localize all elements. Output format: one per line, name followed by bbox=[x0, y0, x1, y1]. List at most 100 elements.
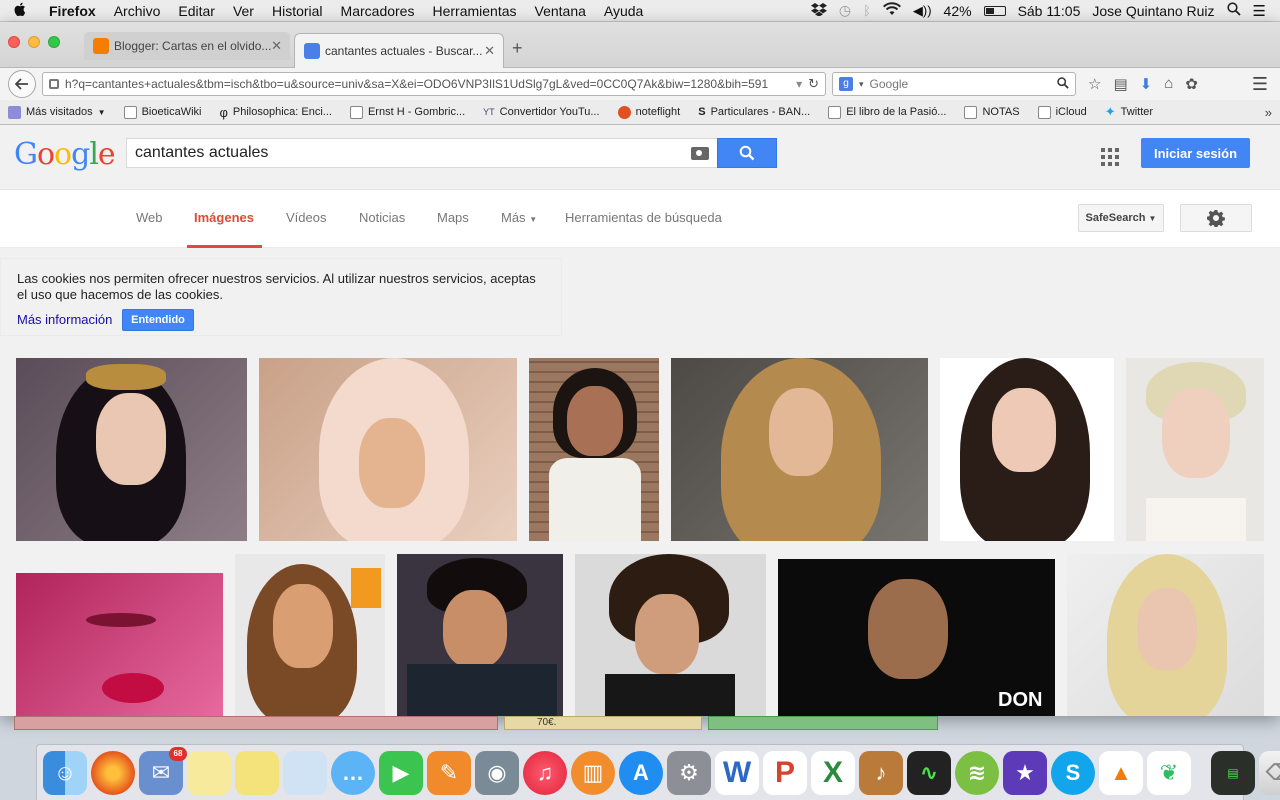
tab-herramientas[interactable]: Herramientas de búsqueda bbox=[565, 210, 722, 225]
powerpoint-icon[interactable]: P bbox=[763, 750, 807, 795]
url-bar[interactable]: h?q=cantantes+actuales&tbm=isch&tbo=u&so… bbox=[42, 72, 826, 96]
notification-center-icon[interactable]: ☰ bbox=[1253, 2, 1266, 20]
safesearch-button[interactable]: SafeSearch ▼ bbox=[1078, 204, 1164, 232]
cookie-ok-button[interactable]: Entendido bbox=[122, 309, 194, 331]
search-engine-icon[interactable]: g bbox=[839, 77, 853, 91]
downloads-icon[interactable]: ⬇ bbox=[1140, 75, 1153, 93]
trash-icon[interactable]: ⌫ bbox=[1259, 750, 1280, 795]
bookmark-philosophica[interactable]: φ Philosophica: Enci... bbox=[219, 105, 332, 120]
bookmark-particulares[interactable]: S Particulares - BAN... bbox=[698, 106, 810, 118]
image-result[interactable] bbox=[259, 358, 517, 541]
tab-imagenes[interactable]: Imágenes bbox=[194, 210, 254, 225]
image-result[interactable] bbox=[235, 554, 385, 716]
bluetooth-icon[interactable]: ᛒ bbox=[863, 3, 871, 18]
apps-grid-icon[interactable] bbox=[1101, 148, 1119, 166]
sticky-note[interactable] bbox=[708, 716, 938, 730]
bookmark-convertidor-youtube[interactable]: YT Convertidor YouTu... bbox=[483, 106, 599, 118]
signin-button[interactable]: Iniciar sesión bbox=[1141, 138, 1250, 168]
sticky-note[interactable] bbox=[14, 716, 498, 730]
reload-icon[interactable]: ↻ bbox=[808, 76, 819, 92]
bookmark-gombrich[interactable]: Ernst H - Gombric... bbox=[349, 105, 465, 119]
bookmark-bioeticawiki[interactable]: BioeticaWiki bbox=[123, 105, 201, 119]
messages-icon[interactable]: … bbox=[331, 750, 375, 795]
finder-icon[interactable]: ☺ bbox=[43, 750, 87, 795]
bookmark-icloud[interactable]: iCloud bbox=[1037, 105, 1087, 119]
menu-ver[interactable]: Ver bbox=[224, 3, 263, 19]
wifi-icon[interactable] bbox=[882, 2, 901, 19]
facetime-icon[interactable]: ▶ bbox=[379, 750, 423, 795]
pages-icon[interactable]: ✎ bbox=[427, 750, 471, 795]
cookie-more-link[interactable]: Más información bbox=[17, 312, 112, 328]
menu-historial[interactable]: Historial bbox=[263, 3, 332, 19]
menu-editar[interactable]: Editar bbox=[169, 3, 224, 19]
image-result[interactable] bbox=[529, 358, 659, 541]
menu-marcadores[interactable]: Marcadores bbox=[332, 3, 424, 19]
search-engine-dropdown-icon[interactable]: ▾ bbox=[859, 79, 864, 90]
notes-icon[interactable] bbox=[187, 750, 231, 795]
garageband-icon[interactable]: ♪ bbox=[859, 750, 903, 795]
close-tab-icon[interactable]: ✕ bbox=[271, 38, 282, 54]
activity-monitor-icon[interactable]: ∿ bbox=[907, 750, 951, 795]
image-result[interactable] bbox=[671, 358, 928, 541]
history-dropdown-icon[interactable]: ▾ bbox=[796, 77, 802, 91]
volume-icon[interactable]: ◀)) bbox=[913, 3, 932, 19]
bookmark-notas[interactable]: NOTAS bbox=[964, 105, 1020, 119]
word-icon[interactable]: W bbox=[715, 750, 759, 795]
camera-icon[interactable] bbox=[691, 146, 709, 160]
bookmark-libro-pasion[interactable]: El libro de la Pasió... bbox=[828, 105, 946, 119]
menu-ventana[interactable]: Ventana bbox=[526, 3, 595, 19]
minimize-window-button[interactable] bbox=[28, 36, 40, 48]
menu-ayuda[interactable]: Ayuda bbox=[595, 3, 652, 19]
firefox-icon[interactable] bbox=[91, 750, 135, 795]
downloads-stack-icon[interactable]: ▤ bbox=[1211, 750, 1255, 795]
battery-percent[interactable]: 42% bbox=[944, 3, 972, 19]
tab-mas[interactable]: Más ▼ bbox=[501, 210, 537, 225]
skype-icon[interactable]: S bbox=[1051, 750, 1095, 795]
bookmark-twitter[interactable]: ✦ Twitter bbox=[1105, 104, 1153, 120]
extension-icon[interactable]: ✿ bbox=[1185, 75, 1198, 93]
search-bar[interactable]: g ▾ Google bbox=[832, 72, 1076, 96]
itunes-icon[interactable]: ♫ bbox=[523, 750, 567, 795]
bookmark-mas-visitados[interactable]: Más visitados ▼ bbox=[8, 105, 106, 119]
search-button[interactable] bbox=[717, 138, 777, 168]
spotify-icon[interactable]: ≋ bbox=[955, 750, 999, 795]
settings-button[interactable] bbox=[1180, 204, 1252, 232]
tab-google-search[interactable]: cantantes actuales - Buscar... ✕ bbox=[294, 33, 504, 68]
image-result[interactable] bbox=[1067, 554, 1264, 716]
tab-blogger[interactable]: Blogger: Cartas en el olvido... ✕ bbox=[84, 32, 290, 60]
menu-archivo[interactable]: Archivo bbox=[105, 3, 170, 19]
stickies-icon[interactable] bbox=[235, 750, 279, 795]
system-preferences-icon[interactable]: ⚙ bbox=[667, 750, 711, 795]
menu-herramientas[interactable]: Herramientas bbox=[423, 3, 525, 19]
search-input[interactable]: cantantes actuales bbox=[126, 138, 718, 168]
mail-icon[interactable]: ✉ 68 bbox=[139, 746, 187, 795]
image-result[interactable] bbox=[1126, 358, 1264, 541]
google-logo[interactable]: Google bbox=[14, 137, 116, 172]
app-store-icon[interactable]: A bbox=[619, 750, 663, 795]
close-tab-icon[interactable]: ✕ bbox=[484, 43, 495, 59]
ibooks-icon[interactable]: ▥ bbox=[571, 750, 615, 795]
bookmark-star-icon[interactable]: ☆ bbox=[1088, 75, 1101, 93]
time-machine-icon[interactable]: ◷ bbox=[839, 2, 851, 19]
image-capture-icon[interactable]: ◉ bbox=[475, 750, 519, 795]
search-icon[interactable] bbox=[1057, 76, 1069, 92]
home-icon[interactable]: ⌂ bbox=[1164, 75, 1173, 93]
more-bookmarks-icon[interactable]: » bbox=[1265, 105, 1272, 120]
battery-icon[interactable] bbox=[983, 5, 1006, 16]
image-result[interactable] bbox=[397, 554, 563, 716]
excel-icon[interactable]: X bbox=[811, 750, 855, 795]
vlc-icon[interactable]: ▲ bbox=[1099, 750, 1143, 795]
menu-icon[interactable]: ☰ bbox=[1252, 74, 1274, 95]
imovie-icon[interactable]: ★ bbox=[1003, 750, 1047, 795]
back-button[interactable] bbox=[8, 70, 36, 98]
image-result[interactable]: DON bbox=[778, 559, 1055, 716]
close-window-button[interactable] bbox=[8, 36, 20, 48]
image-result[interactable] bbox=[16, 358, 247, 541]
menu-firefox[interactable]: Firefox bbox=[40, 3, 105, 19]
image-result[interactable] bbox=[16, 573, 223, 716]
evernote-icon[interactable]: ❦ bbox=[1147, 750, 1191, 795]
preview-icon[interactable] bbox=[283, 750, 327, 795]
reading-list-icon[interactable]: ▤ bbox=[1113, 75, 1127, 93]
spotlight-icon[interactable] bbox=[1226, 2, 1241, 19]
tab-videos[interactable]: Vídeos bbox=[286, 210, 326, 225]
